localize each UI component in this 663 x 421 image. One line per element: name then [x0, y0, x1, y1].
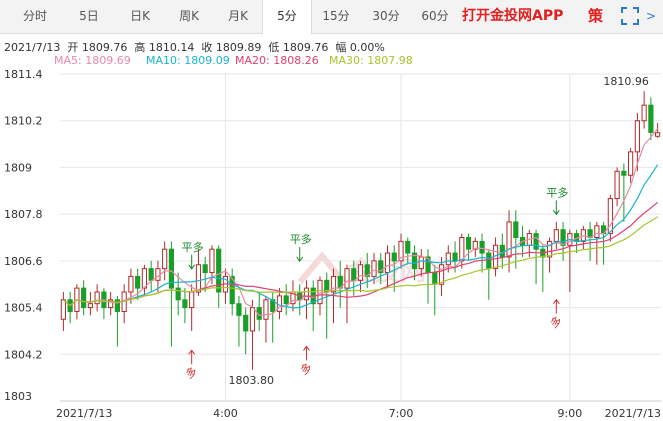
candle-up	[506, 221, 512, 258]
candle-down	[452, 252, 458, 262]
signal-open-long: 多	[298, 360, 315, 378]
signal-open-long: 多	[183, 364, 200, 382]
candle-up	[128, 275, 134, 293]
candle-down	[648, 104, 654, 133]
candle-up	[209, 248, 215, 274]
x-tick-label: 4:00	[213, 407, 238, 420]
arrow-down-icon	[552, 200, 560, 216]
candle-up	[249, 307, 256, 332]
signal-close-long: 平多	[290, 232, 312, 246]
candle-down	[391, 252, 397, 262]
candle-down	[432, 272, 438, 285]
candle-up	[344, 268, 350, 289]
candle-up	[628, 151, 634, 176]
candle-up	[594, 225, 600, 238]
y-tick-label: 1805.4	[4, 302, 43, 315]
candlestick-chart[interactable]: 金投网1811.41810.218091807.81806.61805.4180…	[0, 0, 663, 421]
x-tick-label: 2021/7/13	[605, 407, 661, 420]
x-tick-label: 9:00	[557, 407, 582, 420]
signal-close-long: 平多	[546, 185, 568, 199]
y-tick-label: 1811.4	[4, 68, 43, 81]
y-tick-label: 1809	[4, 161, 32, 174]
candle-up	[303, 287, 310, 301]
candle-up	[614, 170, 620, 200]
signal-open-long: 多	[547, 313, 564, 331]
candle-down	[182, 299, 188, 309]
arrow-down-icon	[296, 247, 304, 262]
candle-up	[87, 303, 93, 309]
arrow-down-icon	[188, 254, 196, 270]
candle-up	[634, 120, 640, 153]
candle-up	[195, 264, 202, 293]
candle-down	[560, 229, 566, 246]
candle-down	[135, 275, 141, 289]
x-tick-label: 7:00	[389, 407, 414, 420]
candle-down	[243, 314, 249, 332]
candle-down	[283, 295, 289, 305]
candle-up	[418, 256, 424, 270]
low-annotation: 1803.80	[228, 374, 274, 387]
y-tick-label: 1804.2	[4, 348, 43, 361]
candle-up	[655, 132, 661, 137]
candle-up	[189, 291, 195, 309]
y-tick-label: 1803	[4, 390, 32, 403]
candle-up	[641, 104, 647, 122]
candle-up	[459, 237, 465, 262]
candle-up	[607, 198, 613, 235]
candle-up	[357, 264, 364, 281]
candle-down	[465, 237, 472, 250]
x-tick-label: 2021/7/13	[56, 407, 112, 420]
candle-down	[621, 170, 627, 176]
watermark-logo-icon	[297, 251, 347, 284]
candle-down	[479, 240, 485, 254]
signal-close-long: 平多	[182, 240, 204, 254]
candle-down	[513, 221, 519, 239]
y-tick-label: 1806.6	[4, 255, 43, 268]
candle-down	[202, 264, 208, 274]
candle-down	[351, 268, 357, 281]
high-annotation: 1810.96	[603, 75, 649, 88]
arrow-up-icon	[188, 349, 196, 365]
candle-down	[533, 233, 539, 250]
y-tick-label: 1810.2	[4, 115, 43, 128]
candle-up	[162, 248, 168, 270]
candle-down	[499, 244, 505, 258]
candle-down	[236, 303, 242, 316]
candle-down	[175, 287, 181, 301]
candle-down	[405, 240, 411, 254]
candle-down	[81, 287, 87, 309]
candle-down	[486, 252, 492, 270]
candle-up	[94, 291, 100, 305]
candle-up	[60, 299, 66, 320]
candle-down	[148, 268, 154, 281]
candle-up	[445, 252, 451, 266]
candle-up	[384, 252, 391, 274]
candle-up	[553, 229, 559, 242]
arrow-up-icon	[552, 298, 560, 314]
arrow-up-icon	[303, 345, 310, 361]
candle-up	[263, 299, 269, 320]
candle-up	[371, 260, 377, 277]
y-tick-label: 1807.8	[4, 208, 43, 221]
